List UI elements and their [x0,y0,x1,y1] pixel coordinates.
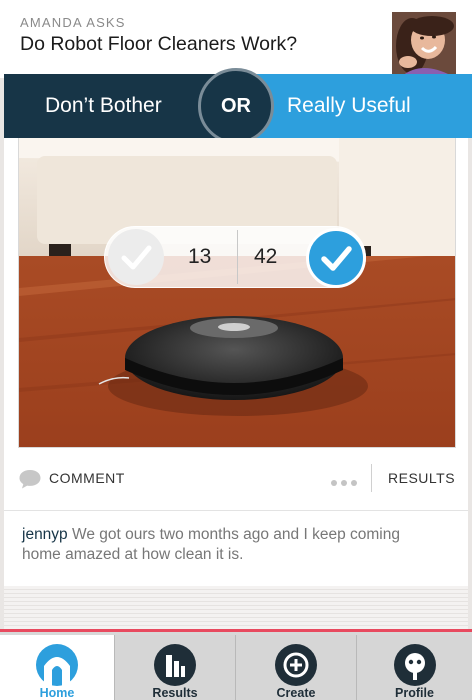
home-icon [36,644,78,686]
choice-bar: Don’t Bother Really Useful OR [0,68,472,148]
choice-right-label: Really Useful [287,94,411,117]
vote-count-left: 13 [188,245,212,268]
choice-left-label: Don’t Bother [45,94,162,117]
tab-results-label: Results [152,686,198,700]
tab-results[interactable]: Results [115,635,236,700]
or-badge: OR [198,68,274,144]
vote-right-check-icon[interactable] [306,228,366,288]
tab-bar: Home Results Create Profile [0,629,472,700]
tab-create-label: Create [276,686,316,700]
comment-button[interactable]: COMMENT [49,470,125,486]
vote-divider [237,230,238,284]
results-icon [154,644,196,686]
tab-create[interactable]: Create [236,635,357,700]
comment-entry: jennyp We got ours two months ago and I … [22,525,442,565]
tab-profile-label: Profile [395,686,434,700]
comment-username[interactable]: jennyp [22,526,68,543]
tab-profile[interactable]: Profile [357,635,472,700]
question-header: AMANDA ASKS Do Robot Floor Cleaners Work… [0,0,472,78]
tab-home-label: Home [39,686,75,700]
asker-label: AMANDA ASKS [20,15,126,30]
profile-icon [393,644,436,686]
comment-body: We got ours two months ago and I keep co… [22,526,400,563]
results-button[interactable]: RESULTS [388,470,455,486]
question-photo [18,138,456,448]
feed-background [0,586,472,630]
more-dots-icon[interactable] [330,474,360,492]
action-separator [371,464,372,492]
vote-count-right: 42 [254,245,278,268]
tab-home[interactable]: Home [0,635,115,700]
vote-left-check-icon[interactable] [108,229,164,285]
create-icon [275,644,317,686]
comment-bubble-icon[interactable] [18,468,42,495]
avatar[interactable] [392,12,456,76]
question-title: Do Robot Floor Cleaners Work? [20,33,298,55]
